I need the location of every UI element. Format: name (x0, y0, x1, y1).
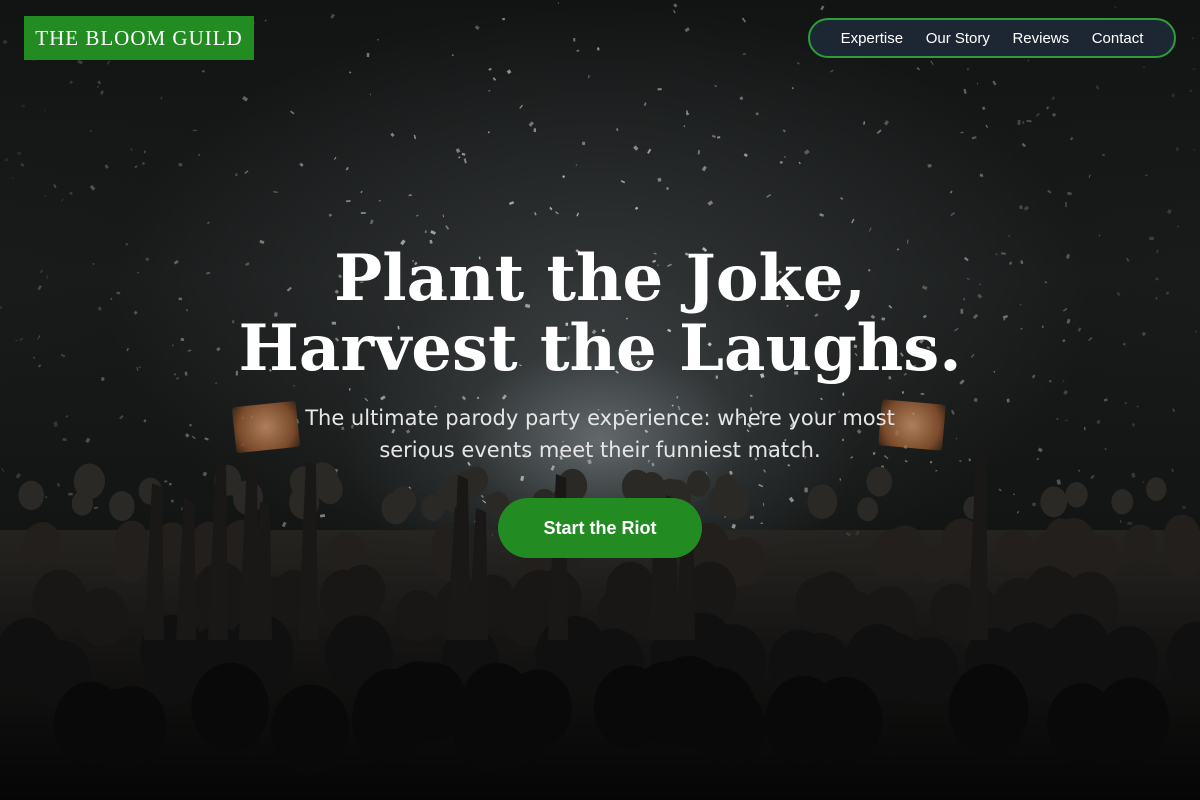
nav-link-contact[interactable]: Contact (1092, 30, 1144, 47)
start-the-riot-button[interactable]: Start the Riot (498, 498, 702, 558)
hero-headline-line-1: Plant the Joke, (334, 241, 866, 316)
hero-headline-line-2: Harvest the Laughs. (238, 311, 962, 386)
nav-link-reviews[interactable]: Reviews (1012, 30, 1069, 47)
main-nav: Expertise Our Story Reviews Contact (808, 18, 1176, 58)
hero-background-crowd (0, 453, 1200, 800)
nav-link-expertise[interactable]: Expertise (841, 30, 904, 47)
hero-section: THE BLOOM GUILD Expertise Our Story Revi… (0, 0, 1200, 800)
hero-subtitle-line-2: serious events meet their funniest match… (379, 438, 821, 462)
hero-subtitle-line-1: The ultimate parody party experience: wh… (305, 406, 895, 430)
hero-subtitle: The ultimate parody party experience: wh… (240, 402, 960, 466)
brand-logo[interactable]: THE BLOOM GUILD (24, 16, 254, 60)
hero-headline: Plant the Joke, Harvest the Laughs. (0, 244, 1200, 384)
nav-link-our-story[interactable]: Our Story (926, 30, 990, 47)
